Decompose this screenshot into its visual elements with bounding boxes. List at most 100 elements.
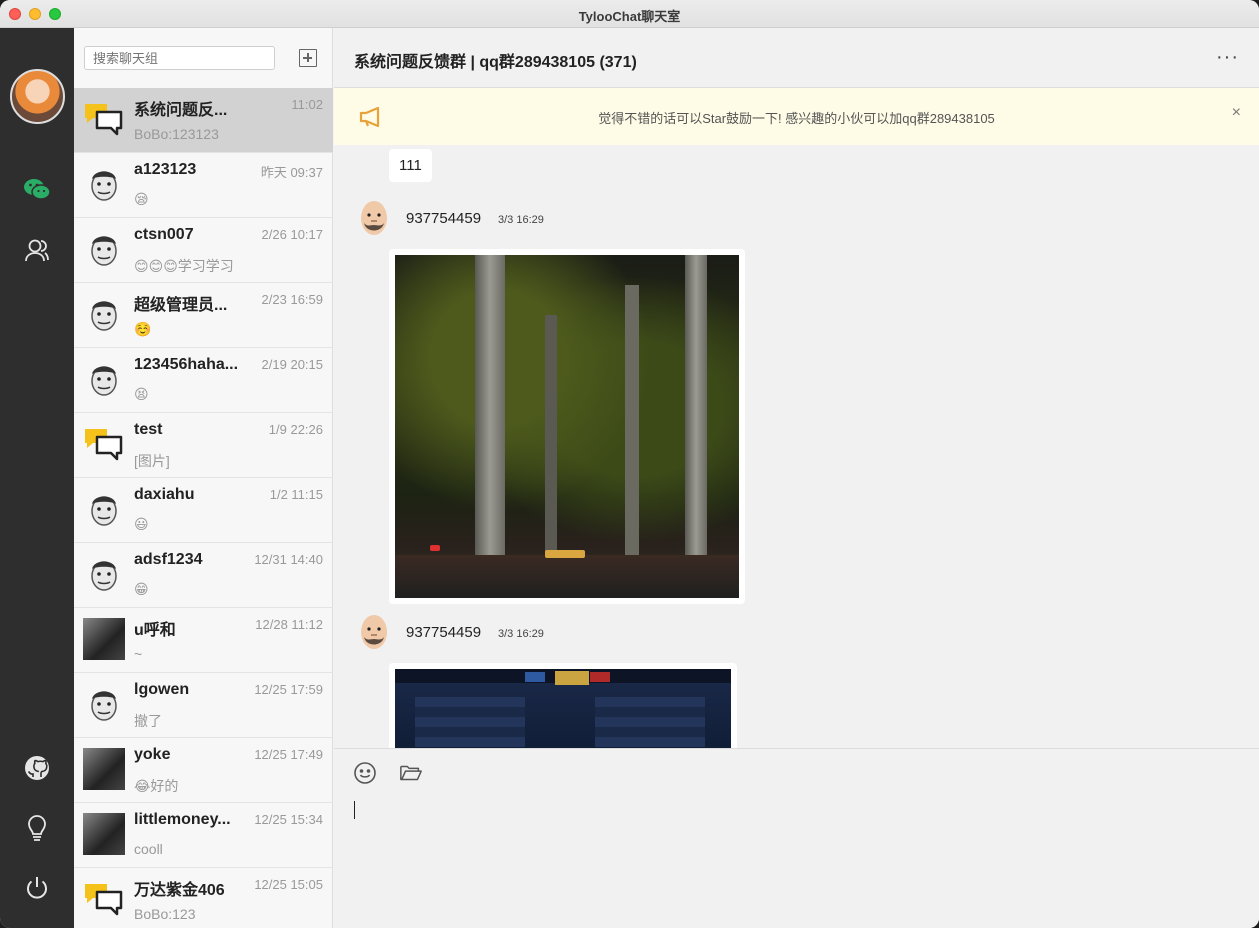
conversation-name: yoke (134, 746, 171, 763)
conversation-item[interactable]: a123123 昨天 09:37 😪 (74, 153, 333, 218)
conversation-item[interactable]: adsf1234 12/31 14:40 😁 (74, 543, 333, 608)
user-avatar[interactable] (10, 69, 65, 124)
conversation-time: 2/19 20:15 (261, 357, 323, 372)
message-timestamp: 3/3 16:29 (498, 628, 544, 640)
chat-nav-button[interactable] (22, 174, 52, 204)
conversation-item[interactable]: littlemoney... 12/25 15:34 cooll (74, 803, 333, 868)
conversation-item[interactable]: 万达紫金406 12/25 15:05 BoBo:123 (74, 868, 333, 928)
message-input-area[interactable] (334, 748, 1259, 928)
conversation-item[interactable]: u呼和 12/28 11:12 ~ (74, 608, 333, 673)
conversation-time: 2/23 16:59 (261, 292, 323, 307)
more-options-button[interactable]: ··· (1216, 46, 1239, 69)
conversation-item[interactable]: 123456haha... 2/19 20:15 😫 (74, 348, 333, 413)
announcement-text: 觉得不错的话可以Star鼓励一下! 感兴趣的小伙可以加qq群289438105 (598, 111, 995, 126)
contacts-nav-button[interactable] (22, 235, 52, 265)
chat-panel: 系统问题反馈群 | qq群289438105 (371) ··· 觉得不错的话可… (334, 28, 1259, 928)
cartoon-face-avatar (91, 171, 117, 201)
conversation-preview: BoBo:123 (134, 906, 196, 922)
emoji-icon[interactable] (353, 761, 377, 785)
group-chat-icon (85, 429, 123, 461)
add-group-button[interactable] (299, 49, 317, 67)
conversation-name: adsf1234 (134, 551, 203, 568)
window-title: TylooChat聊天室 (578, 9, 681, 24)
conversation-name: lgowen (134, 681, 190, 698)
bald-avatar[interactable] (356, 613, 392, 653)
game-screenshot (395, 669, 731, 748)
bald-avatar[interactable] (356, 199, 392, 239)
conversation-preview: 😂好的 (134, 778, 179, 794)
conversation-preview: 😫 (134, 386, 149, 402)
conversation-item[interactable]: ctsn007 2/26 10:17 😊😊😊学习学习 (74, 218, 333, 283)
wechat-icon (24, 179, 51, 200)
title-bar: TylooChat聊天室 (0, 0, 1259, 28)
conversation-name: 123456haha... (134, 356, 239, 373)
conversation-item[interactable]: yoke 12/25 17:49 😂好的 (74, 738, 333, 803)
github-button[interactable] (22, 753, 52, 783)
group-chat-icon (85, 104, 123, 136)
tips-button[interactable] (22, 813, 52, 843)
conversation-item[interactable]: lgowen 12/25 17:59 撤了 (74, 673, 333, 738)
conversation-time: 12/31 14:40 (254, 552, 323, 567)
conversation-name: ctsn007 (134, 226, 194, 243)
conversation-item[interactable]: test 1/9 22:26 [图片] (74, 413, 333, 478)
photo-avatar (83, 618, 125, 660)
conversation-name: daxiahu (134, 486, 195, 503)
chat-header: 系统问题反馈群 | qq群289438105 (371) ··· (334, 28, 1259, 88)
conversation-item[interactable]: daxiahu 1/2 11:15 😃 (74, 478, 333, 543)
message-timestamp: 3/3 16:29 (498, 214, 544, 226)
conversation-preview: 😪 (134, 191, 149, 207)
text-message: 111 (389, 149, 432, 182)
conversation-preview: BoBo:123123 (134, 126, 219, 142)
conversation-name: 超级管理员... (134, 297, 228, 314)
conversation-name: 系统问题反... (134, 102, 228, 119)
lightbulb-icon (28, 815, 46, 841)
conversation-name: 万达紫金406 (134, 882, 225, 899)
group-chat-icon (85, 884, 123, 916)
power-icon (27, 877, 47, 899)
cartoon-face-avatar (91, 691, 117, 721)
message-username: 937754459 (406, 624, 482, 641)
cartoon-face-avatar (91, 301, 117, 331)
conversation-preview: [图片] (134, 453, 170, 469)
conversation-time: 12/25 15:05 (254, 877, 323, 892)
conversation-time: 12/25 15:34 (254, 812, 323, 827)
photo-avatar (83, 813, 125, 855)
conversation-preview: 撤了 (134, 713, 162, 729)
night-trees-photo (395, 255, 739, 598)
conversation-list: 系统问题反... 11:02 BoBo:123123 a123123 昨天 09:37 😪… (74, 88, 333, 928)
cartoon-face-avatar (91, 561, 117, 591)
chat-title: 系统问题反馈群 | qq群289438105 (371) (354, 54, 637, 71)
message-username: 937754459 (406, 210, 482, 227)
conversation-name: a123123 (134, 161, 197, 178)
conversation-item[interactable]: 系统问题反... 11:02 BoBo:123123 (74, 88, 333, 153)
conversation-item[interactable]: 超级管理员... 2/23 16:59 ☺️ (74, 283, 333, 348)
close-announcement-button[interactable]: × (1232, 104, 1241, 122)
conversation-list-panel: 系统问题反... 11:02 BoBo:123123 a123123 昨天 09:37 😪… (74, 28, 333, 928)
contacts-icon (25, 239, 49, 262)
cartoon-face-avatar (91, 366, 117, 396)
conversation-preview: 😃 (134, 516, 149, 532)
conversation-preview: cooll (134, 841, 163, 857)
image-message[interactable] (389, 249, 745, 604)
logout-button[interactable] (22, 873, 52, 903)
conversation-name: u呼和 (134, 622, 176, 639)
conversation-time: 12/28 11:12 (255, 617, 323, 632)
conversation-time: 昨天 09:37 (260, 165, 323, 180)
conversation-preview: ☺️ (134, 321, 152, 337)
conversation-preview: 😁 (134, 581, 149, 597)
photo-avatar (83, 748, 125, 790)
folder-icon[interactable] (399, 761, 423, 785)
conversation-time: 12/25 17:59 (254, 682, 323, 697)
conversation-time: 2/26 10:17 (261, 227, 323, 242)
conversation-preview: ~ (134, 646, 143, 662)
announcement-banner: 觉得不错的话可以Star鼓励一下! 感兴趣的小伙可以加qq群289438105 … (334, 88, 1259, 145)
conversation-time: 11:02 (291, 97, 323, 112)
nav-rail (0, 28, 74, 928)
conversation-time: 1/9 22:26 (268, 422, 323, 437)
message-list: 111 937754459 3/3 16:29 937754459 3/3 16… (334, 145, 1259, 748)
search-input[interactable] (84, 46, 275, 70)
cartoon-face-avatar (91, 236, 117, 266)
conversation-name: littlemoney... (134, 811, 231, 828)
image-message[interactable] (389, 663, 737, 748)
app-window: TylooChat聊天室 搜索聊天组 系统问题反... 11:02 BoBo:1… (0, 0, 1259, 928)
